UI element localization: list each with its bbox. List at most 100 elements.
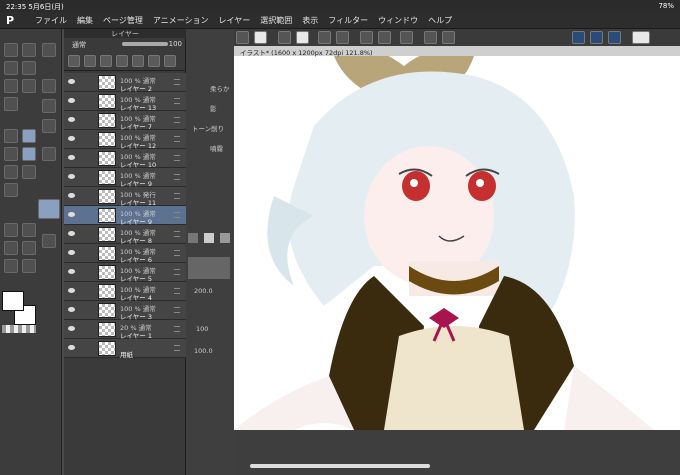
gradient-tool-icon[interactable] <box>22 223 36 237</box>
reference-layer-icon[interactable] <box>84 55 96 67</box>
lock-transparency-icon[interactable] <box>132 55 144 67</box>
layer-row[interactable]: 100 % 通常 レイヤー 8 <box>64 225 186 245</box>
blend-tool-icon[interactable] <box>4 183 18 197</box>
eye-icon[interactable] <box>68 288 75 293</box>
menu-item[interactable]: 選択範囲 <box>255 15 297 26</box>
eye-icon[interactable] <box>68 345 75 350</box>
color-slider-icon[interactable] <box>42 99 56 113</box>
menu-item[interactable]: フィルター <box>323 15 373 26</box>
layer-row[interactable]: 100 % 通常 レイヤー 13 <box>64 92 186 112</box>
figure-tool-icon[interactable] <box>4 241 18 255</box>
drag-handle-icon[interactable] <box>174 288 180 294</box>
menu-item[interactable]: ページ管理 <box>98 15 148 26</box>
layer-row[interactable]: 用紙 <box>64 339 186 359</box>
transparent-color-swatch[interactable] <box>2 325 36 333</box>
layer-row[interactable]: 100 % 通常 レイヤー 7 <box>64 111 186 131</box>
stabilizer-icon[interactable] <box>572 31 585 44</box>
open-file-icon[interactable] <box>278 31 291 44</box>
density-value[interactable]: 100 <box>196 325 208 333</box>
drag-handle-icon[interactable] <box>174 79 180 85</box>
eye-icon[interactable] <box>68 307 75 312</box>
menu-item[interactable]: ヘルプ <box>423 15 457 26</box>
layer-row[interactable]: 100 % 通常 レイヤー 5 <box>64 263 186 283</box>
drag-handle-icon[interactable] <box>174 326 180 332</box>
opacity-value[interactable]: 100.0 <box>194 347 213 355</box>
save-icon[interactable] <box>296 31 309 44</box>
foreground-color-swatch[interactable] <box>2 291 24 311</box>
selection-tool-icon[interactable] <box>4 79 18 93</box>
menu-item[interactable]: ウィンドウ <box>373 15 423 26</box>
folder-icon[interactable] <box>188 233 198 243</box>
sub-tool-label[interactable]: トーン削り <box>192 123 224 133</box>
menu-item[interactable]: レイヤー <box>214 15 256 26</box>
frame-tool-icon[interactable] <box>4 259 18 273</box>
navigator-icon[interactable] <box>42 43 56 57</box>
layer-row[interactable]: 100 % 通常 レイヤー 9 <box>64 168 186 188</box>
color-wheel-icon[interactable] <box>42 79 56 93</box>
drag-handle-icon[interactable] <box>174 174 180 180</box>
decoration-tool-icon[interactable] <box>4 165 18 179</box>
pen-pressure-icon[interactable] <box>590 31 603 44</box>
move-tool-icon[interactable] <box>4 61 18 75</box>
selection-icon[interactable] <box>378 31 391 44</box>
color-set-icon[interactable] <box>42 119 56 133</box>
zoom-tool-icon[interactable] <box>4 43 18 57</box>
drag-handle-icon[interactable] <box>174 345 180 351</box>
home-indicator[interactable] <box>250 464 430 468</box>
pencil-tool-icon[interactable] <box>22 129 36 143</box>
eye-icon[interactable] <box>68 79 75 84</box>
drag-handle-icon[interactable] <box>174 231 180 237</box>
layer-row[interactable]: 100 % 通常 レイヤー 6 <box>64 244 186 264</box>
text-tool-icon[interactable] <box>22 241 36 255</box>
new-layer-icon[interactable] <box>204 233 214 243</box>
layer-color-icon[interactable] <box>164 55 176 67</box>
eye-icon[interactable] <box>68 155 75 160</box>
menu-item[interactable]: ファイル <box>30 15 72 26</box>
drag-handle-icon[interactable] <box>174 136 180 142</box>
drag-handle-icon[interactable] <box>174 98 180 104</box>
layer-row[interactable]: 100 % 発行 レイヤー 11 <box>64 187 186 207</box>
eyedropper-tool-icon[interactable] <box>4 97 18 111</box>
blend-mode-select[interactable]: 通常 <box>72 40 86 50</box>
sub-tool-label[interactable]: 影 <box>210 103 217 113</box>
eye-icon[interactable] <box>68 98 75 103</box>
layer-row[interactable]: 100 % 通常 レイヤー 9 <box>64 206 186 226</box>
clip-layer-icon[interactable] <box>116 55 128 67</box>
brush-size-icon[interactable] <box>42 147 56 161</box>
layer-row[interactable]: 100 % 通常 レイヤー 10 <box>64 149 186 169</box>
redo-icon[interactable] <box>336 31 349 44</box>
lock-icon[interactable] <box>100 55 112 67</box>
canvas-tab[interactable]: イラスト* (1600 x 1200px 72dpi 121.8%) <box>234 46 680 57</box>
trash-icon[interactable] <box>220 233 230 243</box>
auto-select-tool-icon[interactable] <box>22 79 36 93</box>
drag-handle-icon[interactable] <box>174 117 180 123</box>
layer-row[interactable]: 100 % 通常 レイヤー 12 <box>64 130 186 150</box>
size-value[interactable]: 200.0 <box>194 287 213 295</box>
operation-tool-icon[interactable] <box>22 61 36 75</box>
airbrush-tool-icon[interactable] <box>22 147 36 161</box>
deselect-icon[interactable] <box>360 31 373 44</box>
drag-handle-icon[interactable] <box>174 250 180 256</box>
draft-layer-icon[interactable] <box>148 55 160 67</box>
layer-row[interactable]: 20 % 通常 レイヤー 1 <box>64 320 186 340</box>
brush-icon[interactable] <box>608 31 621 44</box>
pen-tool-icon[interactable] <box>4 129 18 143</box>
eye-icon[interactable] <box>68 269 75 274</box>
drag-handle-icon[interactable] <box>174 307 180 313</box>
new-canvas-icon[interactable] <box>236 31 249 44</box>
canvas[interactable] <box>234 46 680 430</box>
transform-icon[interactable] <box>400 31 413 44</box>
menu-item[interactable]: アニメーション <box>148 15 214 26</box>
menu-item[interactable]: 表示 <box>297 15 323 26</box>
eye-icon[interactable] <box>68 326 75 331</box>
balloon-tool-icon[interactable] <box>22 259 36 273</box>
snap-icon[interactable] <box>424 31 437 44</box>
ruler-icon[interactable] <box>442 31 455 44</box>
quick-access-icon[interactable] <box>254 31 267 44</box>
sub-tool-icon[interactable] <box>38 199 60 219</box>
drag-handle-icon[interactable] <box>174 269 180 275</box>
layer-row[interactable]: 100 % 通常 レイヤー 4 <box>64 282 186 302</box>
undo-icon[interactable] <box>318 31 331 44</box>
eye-icon[interactable] <box>68 250 75 255</box>
opacity-slider[interactable] <box>122 42 168 46</box>
